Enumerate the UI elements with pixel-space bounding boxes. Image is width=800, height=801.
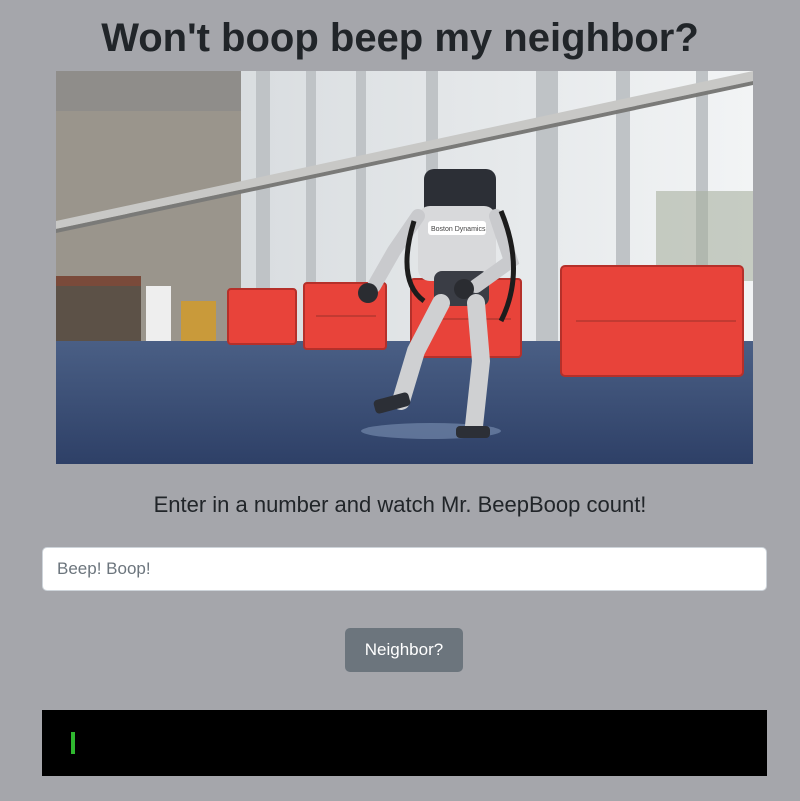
- robot-logo-text: Boston Dynamics: [431, 226, 486, 233]
- blinking-cursor-icon: [71, 732, 75, 754]
- robot-scene-illustration: Boston Dynamics: [56, 71, 753, 464]
- instructions-text: Enter in a number and watch Mr. BeepBoop…: [153, 492, 647, 517]
- output-terminal: [42, 710, 767, 776]
- page-title: Won't boop beep my neighbor?: [101, 16, 699, 60]
- number-input[interactable]: [42, 547, 767, 591]
- neighbor-button[interactable]: Neighbor?: [345, 628, 463, 672]
- robot-dancing-image: Boston Dynamics: [56, 71, 753, 464]
